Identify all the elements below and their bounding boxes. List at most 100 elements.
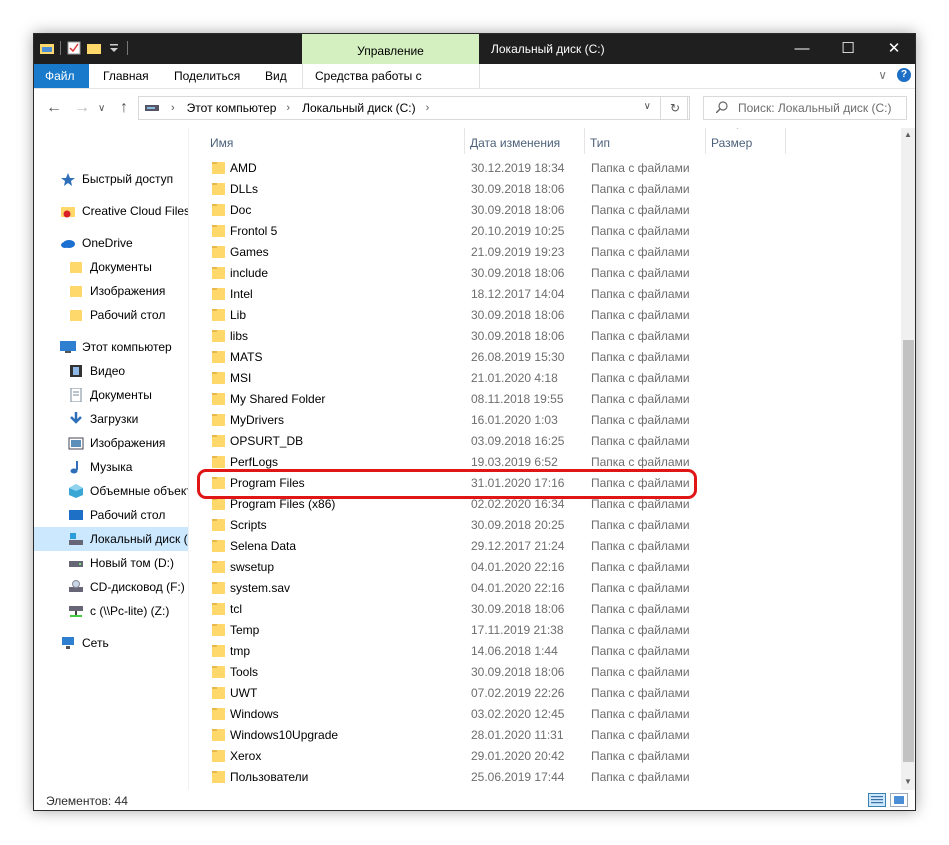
column-header-size[interactable]: Размер: [711, 128, 752, 154]
new-folder-icon[interactable]: [87, 41, 101, 55]
file-row[interactable]: MSI 21.01.2020 4:18 Папка с файлами: [189, 368, 901, 389]
file-row[interactable]: tcl 30.09.2018 18:06 Папка с файлами: [189, 599, 901, 620]
folder-icon: [212, 309, 225, 321]
file-row[interactable]: My Shared Folder 08.11.2018 19:55 Папка с …: [189, 389, 901, 410]
column-divider[interactable]: [464, 128, 465, 154]
help-icon[interactable]: ?: [897, 68, 911, 82]
file-row[interactable]: Windows10Upgrade 28.01.2020 11:31 Папка с …: [189, 725, 901, 746]
file-row[interactable]: DLLs 30.09.2018 18:06 Папка с файлами: [189, 179, 901, 200]
column-divider[interactable]: [705, 128, 706, 154]
details-view-icon[interactable]: [868, 793, 886, 807]
folder-icon: [212, 372, 225, 384]
tab-file[interactable]: Файл: [34, 64, 89, 88]
chevron-right-icon[interactable]: ›: [171, 102, 175, 114]
file-row[interactable]: Frontol 5 20.10.2019 10:25 Папка с файлами: [189, 221, 901, 242]
file-row[interactable]: UWT 07.02.2019 22:26 Папка с файлами: [189, 683, 901, 704]
sidebar-item[interactable]: c (\\Pc-lite) (Z:): [34, 599, 188, 623]
file-row[interactable]: Windows 03.02.2020 12:45 Папка с файлами: [189, 704, 901, 725]
sidebar-item[interactable]: Локальный диск (С: [34, 527, 188, 551]
sidebar-item[interactable]: Быстрый доступ: [34, 167, 188, 191]
sidebar-item[interactable]: Рабочий стол: [34, 303, 188, 327]
file-row[interactable]: include 30.09.2018 18:06 Папка с файлами: [189, 263, 901, 284]
file-row[interactable]: tmp 14.06.2018 1:44 Папка с файлами: [189, 641, 901, 662]
video-icon: [68, 364, 84, 378]
forward-arrow-icon[interactable]: →: [74, 99, 90, 117]
sidebar-item[interactable]: OneDrive: [34, 231, 188, 255]
cd-drive-icon: [68, 580, 84, 594]
maximize-button[interactable]: ☐: [825, 34, 871, 64]
tab-view[interactable]: Вид: [253, 64, 299, 88]
search-input[interactable]: Поиск: Локальный диск (C:): [738, 101, 891, 115]
back-arrow-icon[interactable]: ←: [46, 99, 62, 117]
file-row[interactable]: OPSURT_DB 03.09.2018 16:25 Папка с файлами: [189, 431, 901, 452]
file-row[interactable]: Tools 30.09.2018 18:06 Папка с файлами: [189, 662, 901, 683]
tab-manage[interactable]: Управление: [302, 34, 479, 64]
chevron-right-icon[interactable]: ›: [286, 102, 290, 114]
vertical-scrollbar[interactable]: ▲ ▼: [901, 128, 915, 790]
file-row[interactable]: Intel 18.12.2017 14:04 Папка с файлами: [189, 284, 901, 305]
file-row[interactable]: Scripts 30.09.2018 20:25 Папка с файлами: [189, 515, 901, 536]
sidebar-item[interactable]: Creative Cloud Files: [34, 199, 188, 223]
file-row[interactable]: MyDrivers 16.01.2020 1:03 Папка с файлами: [189, 410, 901, 431]
file-row[interactable]: Games 21.09.2019 19:23 Папка с файлами: [189, 242, 901, 263]
breadcrumb-local-disk[interactable]: Локальный диск (C:): [302, 101, 416, 115]
column-header-name[interactable]: Имя: [210, 128, 233, 154]
file-row[interactable]: Пользователи 25.06.2019 17:44 Папка с файл…: [189, 767, 901, 788]
scroll-up-icon[interactable]: ▲: [904, 130, 912, 139]
recent-locations-chevron-icon[interactable]: ∨: [98, 103, 105, 114]
toolbar-separator: [127, 41, 128, 55]
file-row[interactable]: Lib 30.09.2018 18:06 Папка с файлами: [189, 305, 901, 326]
address-bar[interactable]: › Этот компьютер › Локальный диск (C:) ›…: [138, 96, 688, 120]
scrollbar-thumb[interactable]: [903, 340, 914, 762]
sidebar-item-label: Рабочий стол: [90, 508, 166, 522]
file-row[interactable]: system.sav 04.01.2020 22:16 Папка с файлам…: [189, 578, 901, 599]
up-arrow-icon[interactable]: ↑: [120, 99, 128, 117]
file-row[interactable]: MATS 26.08.2019 15:30 Папка с файлами: [189, 347, 901, 368]
file-row[interactable]: AMD 30.12.2019 18:34 Папка с файлами: [189, 158, 901, 179]
file-row[interactable]: libs 30.09.2018 18:06 Папка с файлами: [189, 326, 901, 347]
chevron-right-icon[interactable]: ›: [426, 102, 430, 114]
file-row[interactable]: Xerox 29.01.2020 20:42 Папка с файлами: [189, 746, 901, 767]
file-row[interactable]: swsetup 04.01.2020 22:16 Папка с файлами: [189, 557, 901, 578]
sidebar-item[interactable]: Изображения: [34, 279, 188, 303]
column-header-type[interactable]: Тип: [590, 128, 610, 154]
scroll-down-icon[interactable]: ▼: [904, 777, 912, 786]
properties-icon[interactable]: [67, 41, 81, 55]
file-date: 03.09.2018 16:25: [471, 434, 565, 448]
sidebar-item[interactable]: Документы: [34, 255, 188, 279]
ribbon-collapse-chevron-icon[interactable]: ∨: [878, 68, 887, 82]
tab-share[interactable]: Поделиться: [162, 64, 252, 88]
column-divider[interactable]: [785, 128, 786, 154]
close-button[interactable]: ✕: [871, 34, 915, 64]
sidebar-item[interactable]: Объемные объект: [34, 479, 188, 503]
column-header-date[interactable]: Дата изменения: [470, 128, 560, 154]
file-row[interactable]: Selena Data 29.12.2017 21:24 Папка с файла…: [189, 536, 901, 557]
sidebar-item[interactable]: Рабочий стол: [34, 503, 188, 527]
column-divider[interactable]: [584, 128, 585, 154]
sidebar-item-label: Изображения: [90, 436, 166, 450]
sidebar-item[interactable]: Видео: [34, 359, 188, 383]
file-row[interactable]: Temp 17.11.2019 21:38 Папка с файлами: [189, 620, 901, 641]
sidebar-item[interactable]: Новый том (D:): [34, 551, 188, 575]
minimize-button[interactable]: —: [779, 34, 825, 64]
refresh-button[interactable]: ↻: [660, 96, 690, 120]
file-type: Папка с файлами: [591, 224, 690, 238]
sidebar-item[interactable]: Музыка: [34, 455, 188, 479]
tab-home[interactable]: Главная: [91, 64, 161, 88]
tab-drive-tools[interactable]: Средства работы с дисками: [302, 64, 480, 107]
sidebar-item[interactable]: Этот компьютер: [34, 335, 188, 359]
sidebar-item[interactable]: Документы: [34, 383, 188, 407]
customize-toolbar-icon[interactable]: [107, 41, 121, 55]
title-bar[interactable]: Управление Локальный диск (C:) — ☐ ✕: [34, 34, 915, 64]
breadcrumb-this-pc[interactable]: Этот компьютер: [187, 101, 277, 115]
search-box[interactable]: Поиск: Локальный диск (C:): [703, 96, 907, 120]
sidebar-item[interactable]: Сеть: [34, 631, 188, 655]
file-name: Пользователи: [230, 770, 309, 784]
file-date: 16.01.2020 1:03: [471, 413, 558, 427]
address-dropdown-chevron-icon[interactable]: ∨: [644, 101, 651, 112]
sidebar-item[interactable]: Загрузки: [34, 407, 188, 431]
sidebar-item[interactable]: Изображения: [34, 431, 188, 455]
large-icons-view-icon[interactable]: [890, 793, 908, 807]
file-row[interactable]: Doc 30.09.2018 18:06 Папка с файлами: [189, 200, 901, 221]
sidebar-item[interactable]: CD-дисковод (F:): [34, 575, 188, 599]
